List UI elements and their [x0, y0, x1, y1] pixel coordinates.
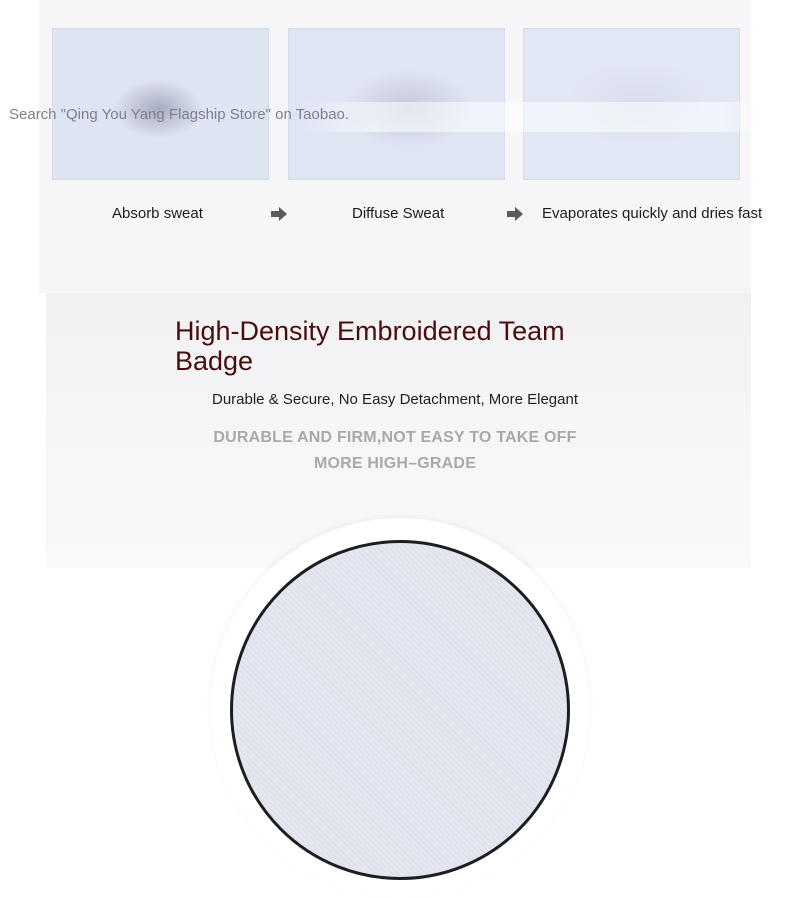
step-label-diffuse: Diffuse Sweat	[352, 205, 445, 222]
fabric-swatch-absorb	[52, 28, 269, 180]
feature-english-line-1: DURABLE AND FIRM,NOT EASY TO TAKE OFF	[213, 429, 577, 446]
step-label-absorb: Absorb sweat	[112, 205, 203, 222]
watermark-band	[300, 102, 790, 132]
feature-english-line-2: MORE HIGH–GRADE	[313, 455, 477, 472]
feature-title: High-Density Embroidered Team Badge	[175, 316, 565, 376]
right-arrow-icon	[507, 207, 523, 221]
feature-subtitle: Durable & Secure, No Easy Detachment, Mo…	[211, 391, 578, 408]
store-watermark: Search "Qing You Yang Flagship Store" on…	[9, 106, 350, 123]
embroidered-badge-image	[230, 540, 570, 880]
step-label-evaporate: Evaporates quickly and dries fast	[542, 205, 763, 222]
right-arrow-icon	[271, 207, 287, 221]
